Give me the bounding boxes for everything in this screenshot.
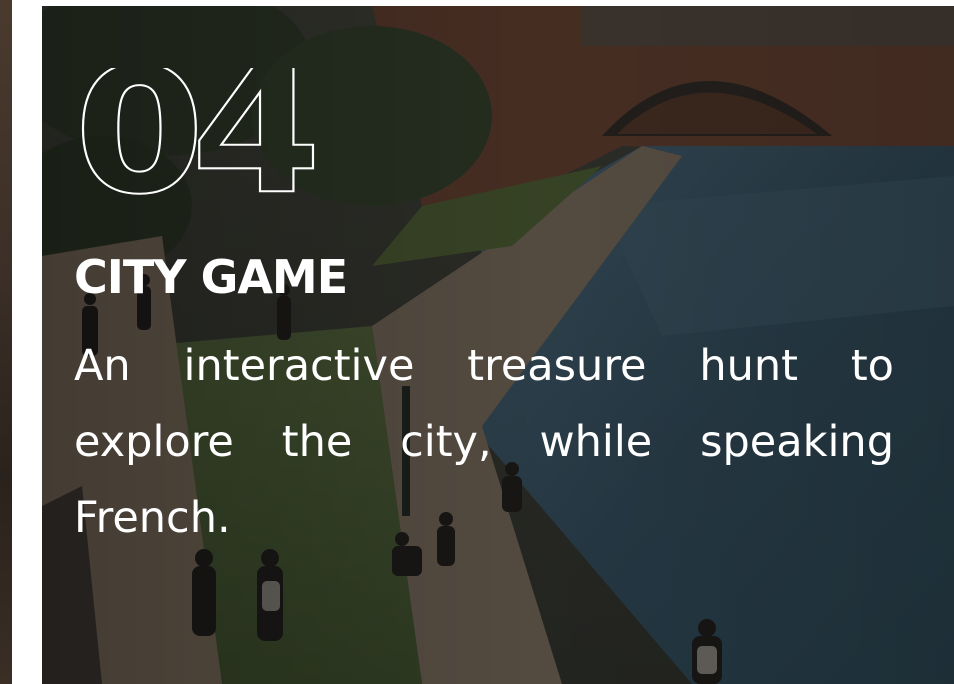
card-gap: [12, 0, 42, 684]
activity-card[interactable]: 04 CITY GAME An interactive treasure hun…: [42, 6, 954, 684]
card-title: CITY GAME: [74, 250, 348, 304]
svg-text:04: 04: [74, 68, 314, 218]
card-description: An interactive treasure hunt to explore …: [74, 341, 894, 543]
card-number: 04: [74, 68, 329, 218]
card-content: 04 CITY GAME An interactive treasure hun…: [74, 68, 894, 556]
previous-card-edge: [0, 0, 12, 684]
